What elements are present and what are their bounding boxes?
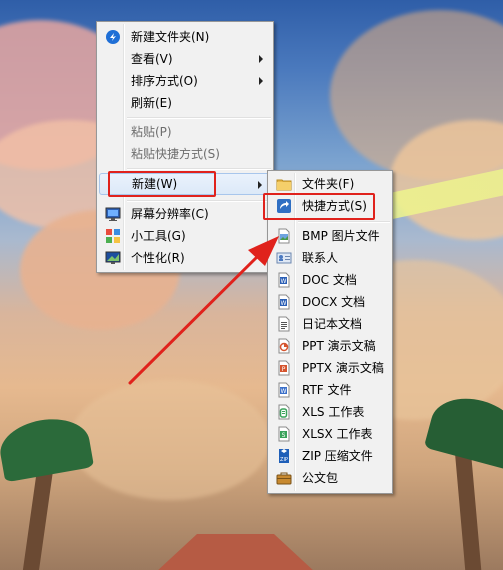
menu-item-gadgets[interactable]: 小工具(G) — [99, 225, 271, 247]
menu-item-label: XLS 工作表 — [302, 405, 365, 419]
submenu-item-rtf[interactable]: W RTF 文件 — [270, 379, 390, 401]
personalize-icon — [105, 250, 121, 266]
submenu-arrow-icon — [258, 181, 262, 189]
xlsx-file-icon: S — [276, 426, 292, 442]
svg-text:ZIP: ZIP — [280, 457, 288, 463]
submenu-item-folder[interactable]: 文件夹(F) — [270, 173, 390, 195]
menu-item-label: 屏幕分辨率(C) — [131, 207, 209, 221]
menu-item-label: 刷新(E) — [131, 96, 172, 110]
menu-item-label: DOCX 文档 — [302, 295, 366, 309]
submenu-item-pptx[interactable]: P PPTX 演示文稿 — [270, 357, 390, 379]
menu-item-label: BMP 图片文件 — [302, 229, 380, 243]
menu-item-label: 文件夹(F) — [302, 177, 355, 191]
menu-item-screen-resolution[interactable]: 屏幕分辨率(C) — [99, 203, 271, 225]
menu-item-label: 公文包 — [302, 471, 339, 485]
rtf-file-icon: W — [276, 382, 292, 398]
menu-item-label: PPT 演示文稿 — [302, 339, 376, 353]
folder-icon — [276, 176, 292, 192]
menu-item-label: XLSX 工作表 — [302, 427, 373, 441]
xls-file-icon — [276, 404, 292, 420]
menu-item-label: 新建文件夹(N) — [131, 30, 210, 44]
menu-item-label: 粘贴(P) — [131, 125, 172, 139]
screen-resolution-icon — [105, 206, 121, 222]
desktop-context-menu: 新建文件夹(N) 查看(V) 排序方式(O) 刷新(E) 粘贴(P) 粘贴快捷方… — [96, 21, 274, 273]
submenu-item-bmp[interactable]: BMP 图片文件 — [270, 225, 390, 247]
submenu-item-xlsx[interactable]: S XLSX 工作表 — [270, 423, 390, 445]
menu-separator — [298, 221, 390, 223]
menu-item-label: PPTX 演示文稿 — [302, 361, 384, 375]
menu-item-label: 排序方式(O) — [131, 74, 198, 88]
docx-file-icon: W — [276, 294, 292, 310]
contact-icon — [276, 250, 292, 266]
ppt-file-icon — [276, 338, 292, 354]
submenu-item-doc[interactable]: W DOC 文档 — [270, 269, 390, 291]
menu-item-personalize[interactable]: 个性化(R) — [99, 247, 271, 269]
house-roof — [142, 534, 329, 570]
highlight-shortcut-item — [263, 193, 375, 220]
menu-item-label: 联系人 — [302, 251, 339, 265]
menu-item-label: RTF 文件 — [302, 383, 352, 397]
menu-item-paste-shortcut: 粘贴快捷方式(S) — [99, 143, 271, 165]
menu-item-label: 个性化(R) — [131, 251, 185, 265]
menu-separator — [127, 200, 271, 202]
doc-file-icon: W — [276, 272, 292, 288]
menu-item-paste: 粘贴(P) — [99, 121, 271, 143]
svg-text:S: S — [282, 432, 286, 439]
svg-text:P: P — [282, 366, 286, 373]
submenu-item-contact[interactable]: 联系人 — [270, 247, 390, 269]
journal-file-icon — [276, 316, 292, 332]
submenu-item-docx[interactable]: W DOCX 文档 — [270, 291, 390, 313]
submenu-item-xls[interactable]: XLS 工作表 — [270, 401, 390, 423]
menu-item-label: DOC 文档 — [302, 273, 357, 287]
new-folder-icon — [105, 29, 121, 45]
svg-text:W: W — [281, 300, 287, 307]
svg-text:W: W — [281, 278, 287, 285]
submenu-arrow-icon — [259, 55, 263, 63]
submenu-item-briefcase[interactable]: 公文包 — [270, 467, 390, 489]
briefcase-icon — [276, 470, 292, 486]
gadgets-icon — [105, 228, 121, 244]
menu-item-label: 日记本文档 — [302, 317, 363, 331]
menu-item-label: 小工具(G) — [131, 229, 186, 243]
bmp-file-icon — [276, 228, 292, 244]
menu-separator — [127, 168, 271, 170]
menu-item-sort-by[interactable]: 排序方式(O) — [99, 70, 271, 92]
submenu-item-zip[interactable]: ZIP ZIP 压缩文件 — [270, 445, 390, 467]
zip-file-icon: ZIP — [276, 448, 292, 464]
highlight-new-item — [108, 171, 216, 197]
cloud — [70, 380, 270, 500]
menu-item-new-folder[interactable]: 新建文件夹(N) — [99, 26, 271, 48]
submenu-arrow-icon — [259, 77, 263, 85]
menu-item-label: 粘贴快捷方式(S) — [131, 147, 220, 161]
menu-item-refresh[interactable]: 刷新(E) — [99, 92, 271, 114]
svg-text:W: W — [281, 388, 287, 395]
menu-item-view[interactable]: 查看(V) — [99, 48, 271, 70]
pptx-file-icon: P — [276, 360, 292, 376]
submenu-item-ppt[interactable]: PPT 演示文稿 — [270, 335, 390, 357]
submenu-item-journal[interactable]: 日记本文档 — [270, 313, 390, 335]
menu-separator — [127, 117, 271, 119]
menu-item-label: 查看(V) — [131, 52, 173, 66]
menu-item-label: ZIP 压缩文件 — [302, 449, 373, 463]
